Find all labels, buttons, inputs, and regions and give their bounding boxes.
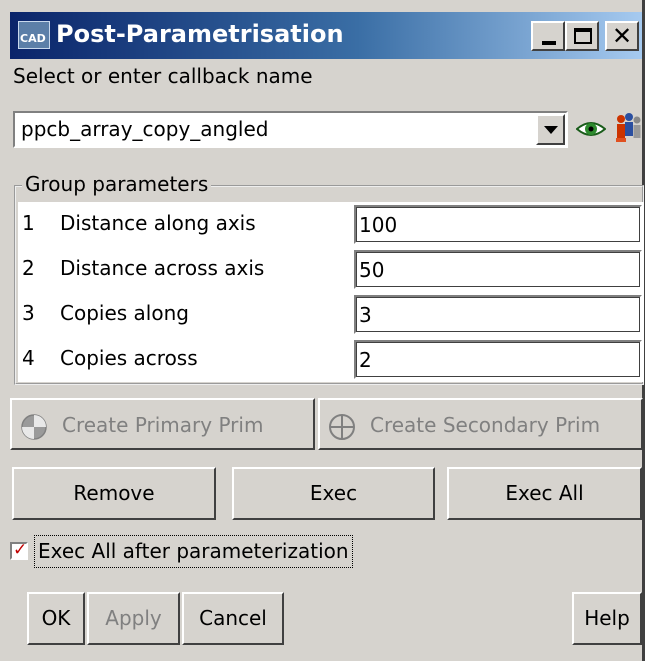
row-number: 1 — [22, 211, 35, 235]
close-icon: ✕ — [611, 22, 633, 50]
parameter-input[interactable]: 100 — [354, 205, 642, 244]
cancel-button[interactable]: Cancel — [182, 592, 284, 645]
parameter-value[interactable]: 50 — [359, 258, 384, 282]
people-icon[interactable] — [613, 110, 643, 146]
parameter-row: 1 Distance along axis 100 — [18, 202, 644, 247]
exec-all-button[interactable]: Exec All — [447, 467, 642, 520]
row-number: 3 — [22, 301, 35, 325]
maximize-button[interactable] — [565, 21, 599, 51]
window-title: Post-Parametrisation — [56, 20, 344, 48]
parameter-label: Copies across — [60, 346, 198, 370]
minimize-button[interactable] — [531, 21, 565, 51]
app-icon-text: CAD — [20, 32, 46, 45]
parameter-row: 3 Copies along 3 — [18, 292, 644, 337]
maximize-icon — [574, 28, 592, 44]
help-button[interactable]: Help — [572, 592, 642, 645]
create-primary-prim-label: Create Primary Prim — [62, 413, 264, 437]
group-parameters-legend: Group parameters — [22, 172, 212, 196]
eye-icon[interactable] — [576, 117, 606, 141]
exec-after-checkbox[interactable]: ✓ — [10, 540, 28, 560]
title-bar[interactable]: CAD Post-Parametrisation ✕ — [10, 12, 642, 59]
parameter-value[interactable]: 100 — [359, 213, 397, 237]
parameter-row: 2 Distance across axis 50 — [18, 247, 644, 292]
create-primary-prim-button[interactable]: Create Primary Prim — [10, 398, 315, 450]
app-icon[interactable]: CAD — [18, 21, 50, 49]
create-secondary-prim-button[interactable]: Create Secondary Prim — [318, 398, 643, 450]
exec-after-label[interactable]: Exec All after parameterization — [34, 535, 353, 568]
exec-button[interactable]: Exec — [232, 467, 435, 520]
primary-prim-icon — [21, 414, 47, 440]
callback-combobox[interactable]: ppcb_array_copy_angled — [13, 111, 568, 148]
parameter-row: 4 Copies across 2 — [18, 337, 644, 382]
close-button[interactable]: ✕ — [605, 21, 639, 51]
parameter-value[interactable]: 2 — [359, 348, 372, 372]
parameter-input[interactable]: 3 — [354, 295, 642, 334]
ok-button[interactable]: OK — [27, 592, 85, 645]
create-secondary-prim-label: Create Secondary Prim — [370, 413, 601, 437]
parameter-input[interactable]: 50 — [354, 250, 642, 289]
dropdown-arrow-icon — [544, 126, 558, 134]
row-number: 2 — [22, 256, 35, 280]
secondary-prim-icon — [329, 414, 355, 440]
parameter-label: Distance across axis — [60, 256, 265, 280]
dialog-window: CAD Post-Parametrisation ✕ Select or ent… — [0, 0, 645, 661]
remove-button[interactable]: Remove — [12, 467, 216, 520]
checkmark-icon: ✓ — [13, 540, 28, 560]
parameter-label: Distance along axis — [60, 211, 256, 235]
parameter-value[interactable]: 3 — [359, 303, 372, 327]
parameter-label: Copies along — [60, 301, 189, 325]
callback-prompt: Select or enter callback name — [13, 64, 313, 88]
minimize-icon — [542, 41, 556, 45]
row-number: 4 — [22, 346, 35, 370]
parameter-table: 1 Distance along axis 100 2 Distance acr… — [18, 202, 644, 382]
apply-button[interactable]: Apply — [87, 592, 180, 645]
callback-value[interactable]: ppcb_array_copy_angled — [21, 117, 268, 141]
dropdown-button[interactable] — [536, 114, 565, 145]
parameter-input[interactable]: 2 — [354, 340, 642, 379]
